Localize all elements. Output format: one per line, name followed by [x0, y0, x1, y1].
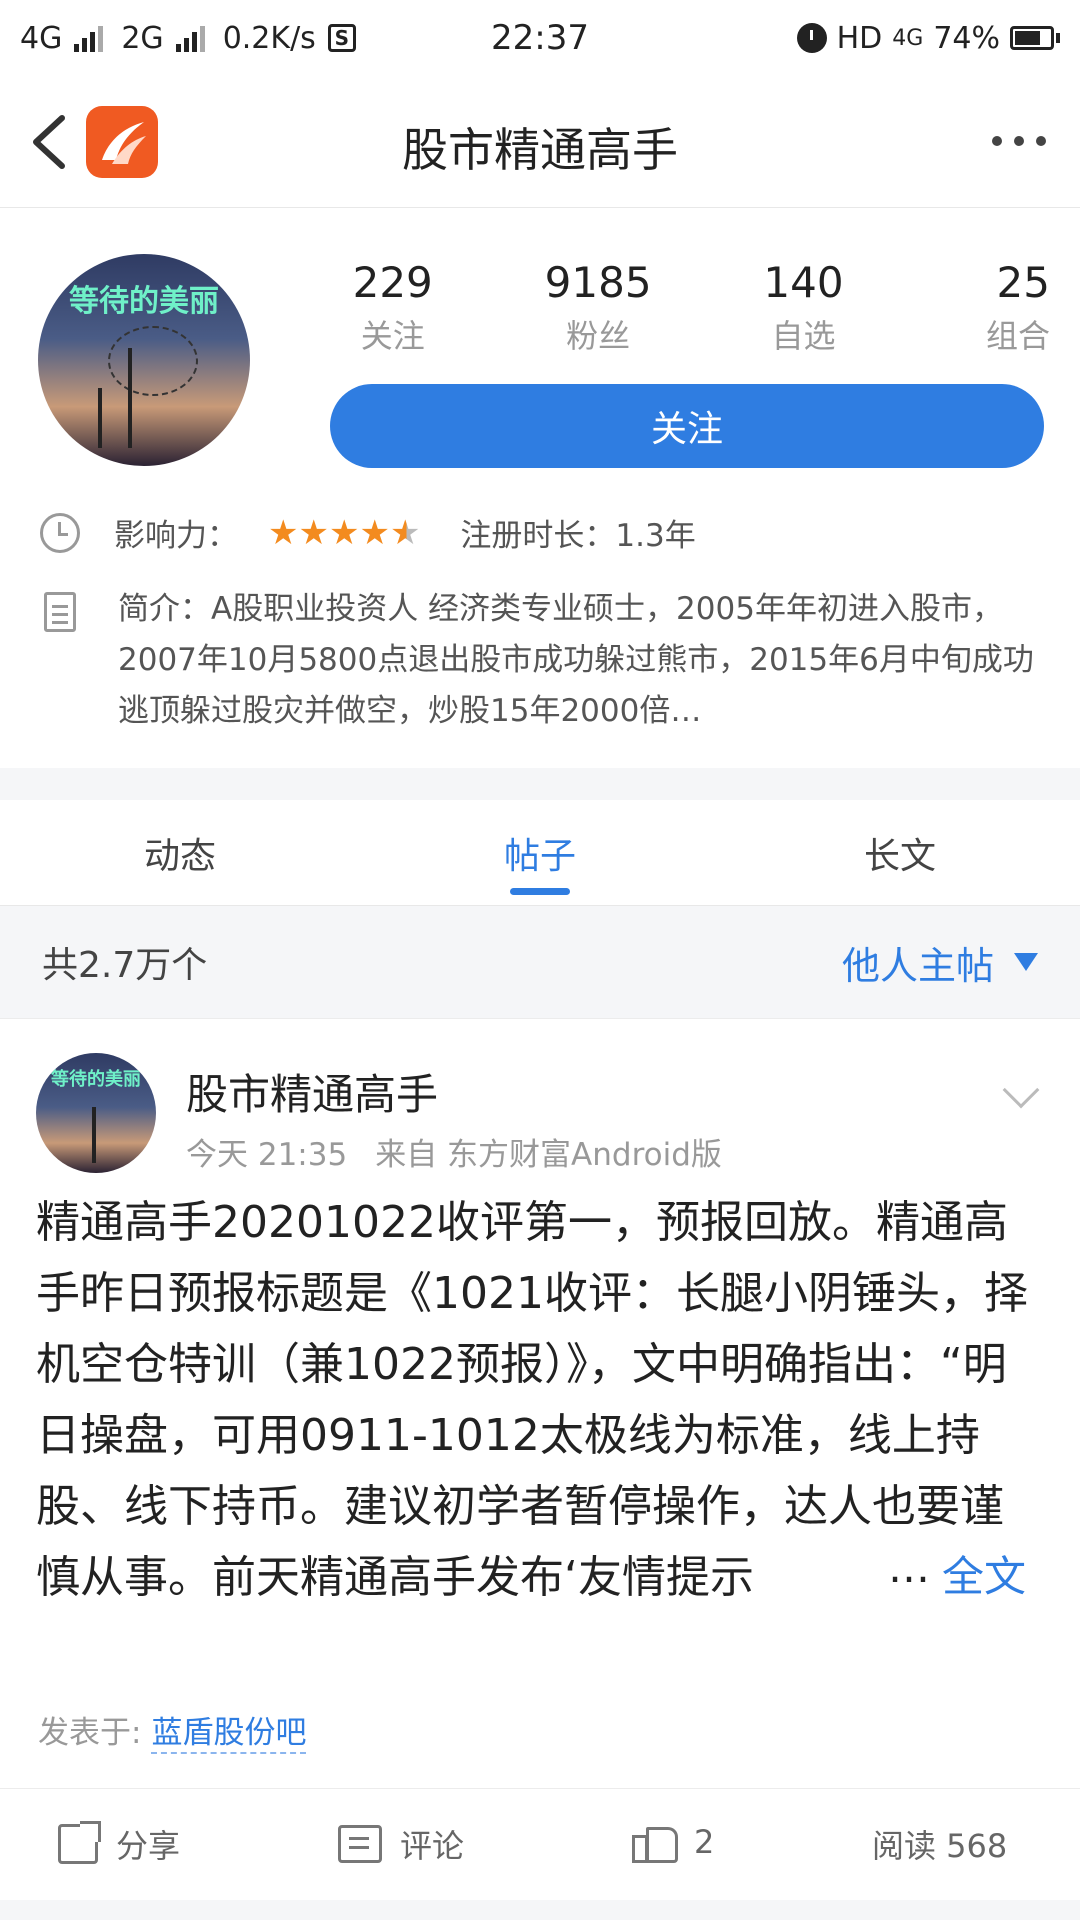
- stat-label: 关注: [360, 317, 425, 355]
- read-full-link[interactable]: 全文: [929, 1543, 1026, 1604]
- thumbs-up-icon: [632, 1821, 678, 1863]
- stat-number: 25: [996, 258, 1050, 307]
- stat-label: 组合: [985, 317, 1050, 355]
- status-left: 4G 2G 0.2K/s S: [20, 21, 356, 56]
- bottom-divider: [0, 1900, 1080, 1920]
- like-count: 2: [694, 1823, 715, 1861]
- star-icon: ★: [359, 512, 390, 553]
- comment-icon: [338, 1825, 382, 1863]
- author-name[interactable]: 股市精通高手: [186, 1061, 438, 1122]
- profile-header: 等待的美丽 229 关注 9185 粉丝 140 自选 25 组合 关注 影响力…: [0, 208, 1080, 768]
- section-divider: [0, 768, 1080, 800]
- chevron-down-icon[interactable]: [1002, 1071, 1040, 1109]
- battery-icon: [1010, 26, 1060, 50]
- share-label: 分享: [116, 1827, 181, 1865]
- stock-bar-link[interactable]: 蓝盾股份吧: [151, 1707, 307, 1754]
- star-icon: ★: [268, 512, 299, 553]
- influence-label: 影响力：: [114, 518, 238, 554]
- post-type-dropdown[interactable]: 他人主帖: [842, 935, 1038, 990]
- comment-label: 评论: [400, 1827, 465, 1865]
- stat-number: 9185: [544, 258, 652, 307]
- post-meta: 今天 21:35 来自 东方财富Android版: [186, 1129, 722, 1174]
- stat-following[interactable]: 229 关注: [290, 258, 495, 357]
- page-title: 股市精通高手: [402, 123, 678, 177]
- clock-icon: [40, 512, 80, 553]
- profile-stats: 229 关注 9185 粉丝 140 自选 25 组合: [290, 258, 1050, 357]
- net-speed: 0.2K/s: [222, 20, 316, 56]
- intro-text[interactable]: 简介：A股职业投资人 经济类专业硕士，2005年年初进入股市，2007年10月5…: [118, 584, 1038, 737]
- back-arrow-icon[interactable]: [26, 112, 76, 172]
- status-right: HD 4G 74%: [796, 20, 1060, 56]
- battery-percent: 74%: [933, 20, 1000, 56]
- star-icon: ★: [328, 512, 360, 553]
- network-type-2: 2G: [121, 20, 164, 56]
- follow-button[interactable]: 关注: [330, 384, 1044, 468]
- post-actions: 分享 评论 2 阅读 568: [0, 1788, 1080, 1900]
- s-badge-icon: S: [327, 24, 356, 52]
- dropdown-triangle-icon: [1014, 953, 1038, 971]
- profile-intro: 简介：A股职业投资人 经济类专业硕士，2005年年初进入股市，2007年10月5…: [40, 584, 1040, 737]
- registration-duration: 注册时长：1.3年: [460, 518, 696, 554]
- tab-articles[interactable]: 长文: [720, 800, 1080, 905]
- influence-row: 影响力： ★ ★ ★ ★ ★ 注册时长：1.3年: [40, 510, 696, 555]
- stat-number: 140: [763, 258, 844, 307]
- read-count: 阅读 568: [872, 1821, 1007, 1867]
- tab-posts[interactable]: 帖子: [360, 800, 720, 905]
- avatar[interactable]: 等待的美丽: [38, 254, 250, 466]
- stat-label: 自选: [771, 317, 836, 355]
- network-type-1: 4G: [20, 20, 63, 56]
- status-bar: 4G 2G 0.2K/s S 22:37 HD 4G 74%: [0, 0, 1080, 76]
- like-button[interactable]: 2: [632, 1821, 714, 1863]
- post-card[interactable]: 等待的美丽 股市精通高手 今天 21:35 来自 东方财富Android版 精通…: [0, 1018, 1080, 1788]
- read-count-label: 阅读 568: [872, 1827, 1008, 1865]
- avatar-text: 等待的美丽: [69, 284, 219, 319]
- app-logo-icon[interactable]: [86, 106, 158, 178]
- network-type-3: 4G: [892, 25, 924, 51]
- document-icon: [44, 592, 76, 632]
- post-count: 共2.7万个: [42, 945, 208, 986]
- hd-indicator: HD: [836, 20, 883, 56]
- alarm-icon: [796, 23, 827, 53]
- share-button[interactable]: 分享: [58, 1821, 180, 1867]
- post-source: 来自 东方财富Android版: [375, 1137, 722, 1173]
- profile-tabs: 动态 帖子 长文: [0, 800, 1080, 906]
- stat-number: 229: [352, 258, 433, 307]
- star-icon: ★: [298, 512, 329, 553]
- signal-icon-1: [74, 24, 104, 52]
- truncation-ellipsis: …: [880, 1543, 930, 1592]
- post-type-label: 他人主帖: [841, 943, 994, 988]
- more-options-icon[interactable]: [992, 136, 1046, 146]
- share-icon: [58, 1821, 101, 1864]
- influence-stars: ★ ★ ★ ★ ★: [268, 516, 420, 550]
- signal-icon-2: [175, 24, 205, 52]
- avatar-text: 等待的美丽: [51, 1069, 141, 1090]
- filter-bar: 共2.7万个 他人主帖: [0, 906, 1080, 1018]
- post-time: 今天 21:35: [186, 1137, 348, 1173]
- stat-label: 粉丝: [566, 317, 631, 355]
- author-avatar[interactable]: 等待的美丽: [36, 1053, 156, 1173]
- comment-button[interactable]: 评论: [338, 1821, 464, 1867]
- stat-portfolios[interactable]: 25 组合: [906, 258, 1050, 357]
- posted-in-label: 发表于:: [38, 1715, 142, 1751]
- stat-fans[interactable]: 9185 粉丝: [495, 258, 700, 357]
- posted-in: 发表于: 蓝盾股份吧: [38, 1707, 307, 1754]
- nav-bar: 股市精通高手: [0, 76, 1080, 208]
- tab-activity[interactable]: 动态: [0, 800, 360, 905]
- stat-watchlist[interactable]: 140 自选: [701, 258, 906, 357]
- half-star-icon: ★: [389, 512, 421, 553]
